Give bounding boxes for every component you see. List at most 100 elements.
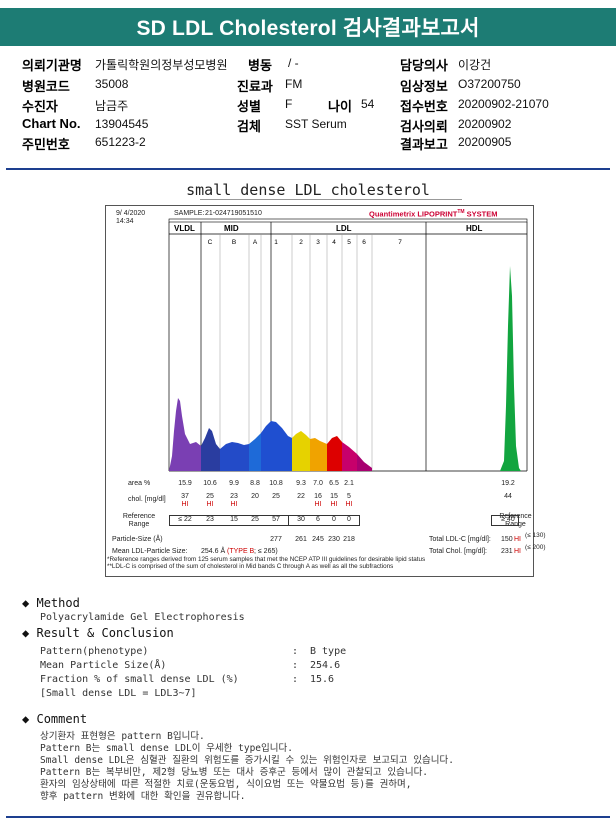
result-value-size: 254.6	[310, 660, 341, 671]
band-label: 3	[316, 239, 320, 246]
header-divider	[6, 168, 610, 170]
chol-cell: 25	[206, 493, 214, 500]
peak-hdl	[500, 266, 521, 471]
value-chart-no: 13904545	[95, 117, 149, 131]
peak-ldl-4	[327, 436, 342, 471]
region-dividers	[168, 222, 528, 472]
ref-cell: ≤ 22	[178, 516, 192, 523]
band-label: 5	[347, 239, 351, 246]
diamond-icon: ◆	[22, 626, 30, 640]
label-request-date: 검사의뢰	[400, 119, 448, 134]
chol-cell: 5	[347, 493, 351, 500]
chol-flag: HI	[230, 501, 238, 508]
label-age: 나이	[328, 99, 352, 114]
chol-cell: 25	[272, 493, 280, 500]
footnote-1: *Reference ranges derived from 125 serum…	[107, 556, 426, 563]
label-doctor: 담당의사	[400, 58, 448, 73]
value-sex: F	[285, 97, 293, 111]
report-title: SD LDL Cholesterol 검사결과보고서	[0, 8, 616, 46]
band-label: C	[208, 239, 213, 246]
method-text: Polyacrylamide Gel Electrophoresis	[40, 612, 245, 623]
result-label-size: Mean Particle Size(Å)	[40, 660, 167, 671]
label-ward: 병동	[248, 58, 272, 73]
result-label-fraction: Fraction % of small dense LDL (%)	[40, 674, 239, 685]
area-cell: 10.6	[203, 480, 217, 487]
peak-mid-a	[249, 433, 261, 471]
mean-size-type: (TYPE B	[227, 548, 255, 555]
diamond-icon: ◆	[22, 596, 30, 610]
total-chol-flag: HI	[514, 548, 521, 555]
row-chol-label: chol. [mg/dl]	[128, 496, 166, 503]
ref-cell: 23	[206, 516, 214, 523]
mean-size-value: 254.6 Å	[201, 548, 226, 555]
electrophoresis-peaks	[169, 266, 521, 471]
total-ldl-label: Total LDL-C [mg/dl]:	[429, 536, 491, 543]
result-label-pattern: Pattern(phenotype)	[40, 646, 149, 657]
sample-bar	[168, 218, 528, 223]
ref-cell: ≥ 40	[501, 516, 515, 523]
area-cell: 2.1	[344, 480, 354, 487]
label-clinical-info: 임상정보	[400, 79, 448, 94]
area-cell: 15.9	[178, 480, 192, 487]
result-sep: :	[292, 646, 299, 657]
result-heading: ◆ Result & Conclusion	[22, 626, 174, 640]
peak-ldl-5	[342, 442, 357, 471]
region-mid: MID	[224, 224, 239, 233]
chol-cell: 37	[181, 493, 189, 500]
method-heading: ◆ Method	[22, 596, 80, 610]
label-receipt-no: 접수번호	[400, 99, 448, 114]
value-hospital-code: 35008	[95, 77, 129, 91]
value-patient: 남금주	[95, 99, 129, 113]
band-label: 6	[362, 239, 366, 246]
band-label: 7	[398, 239, 402, 246]
band-label: 1	[274, 239, 278, 246]
comment-heading: ◆ Comment	[22, 712, 88, 726]
mean-size-limit: ; ≤ 265)	[254, 548, 278, 555]
value-specimen: SST Serum	[285, 117, 347, 131]
total-chol-ref: (≤ 200)	[525, 544, 546, 551]
region-ldl: LDL	[336, 224, 352, 233]
graph-heading-underline	[200, 199, 462, 200]
label-hospital-code: 병원코드	[22, 79, 70, 94]
total-chol-label: Total Chol. [mg/dl]:	[429, 548, 487, 555]
region-hdl: HDL	[466, 224, 483, 233]
label-department: 진료과	[237, 79, 273, 94]
peak-vldl	[169, 398, 201, 471]
value-ward: / -	[288, 56, 299, 70]
band-label: 2	[299, 239, 303, 246]
peak-ldl-2	[292, 431, 310, 471]
peak-ldl-3	[310, 438, 327, 471]
region-vldl: VLDL	[174, 224, 195, 233]
comment-line: 향후 pattern 변화에 대한 확인을 권유합니다.	[40, 791, 246, 802]
band-label: B	[232, 239, 236, 246]
chol-flag: HI	[345, 501, 353, 508]
label-report-date: 결과보고	[400, 137, 448, 152]
label-chart-no: Chart No.	[22, 116, 81, 131]
lipoprint-graph-panel: 9/ 4/2020 14:34 SAMPLE: 21-024719051510 …	[105, 205, 534, 577]
band-labels: C B A 1 2 3 4 5 6 7	[208, 239, 403, 246]
total-ldl-flag: HI	[514, 536, 521, 543]
graph-heading: small dense LDL cholesterol	[186, 181, 430, 199]
value-receipt-no: 20200902-21070	[458, 97, 549, 111]
band-label: A	[253, 239, 258, 246]
value-doctor: 이강건	[458, 58, 492, 72]
peak-ldl-6	[357, 454, 372, 471]
value-report-date: 20200905	[458, 135, 512, 149]
row-area-label: area %	[128, 480, 151, 487]
chol-flag: HI	[206, 501, 214, 508]
ref-cell: 0	[347, 516, 351, 523]
label-sex: 성별	[237, 99, 261, 114]
value-department: FM	[285, 77, 303, 91]
peak-ldl-1	[261, 421, 292, 471]
row-ref-label: Reference Range	[122, 513, 156, 528]
label-resident-no: 주민번호	[22, 137, 70, 152]
result-sep: :	[292, 674, 299, 685]
footnote-2: **LDL-C is comprised of the sum of chole…	[107, 563, 394, 570]
total-ldl-value: 150	[501, 536, 513, 543]
result-sep: :	[292, 660, 299, 671]
result-note: [Small dense LDL = LDL3~7]	[40, 688, 197, 699]
particle-cell: 277	[270, 536, 282, 543]
result-value-fraction: 15.6	[310, 674, 335, 685]
label-requesting-org: 의뢰기관명	[22, 58, 82, 73]
value-resident-no: 651223-2	[95, 135, 146, 149]
